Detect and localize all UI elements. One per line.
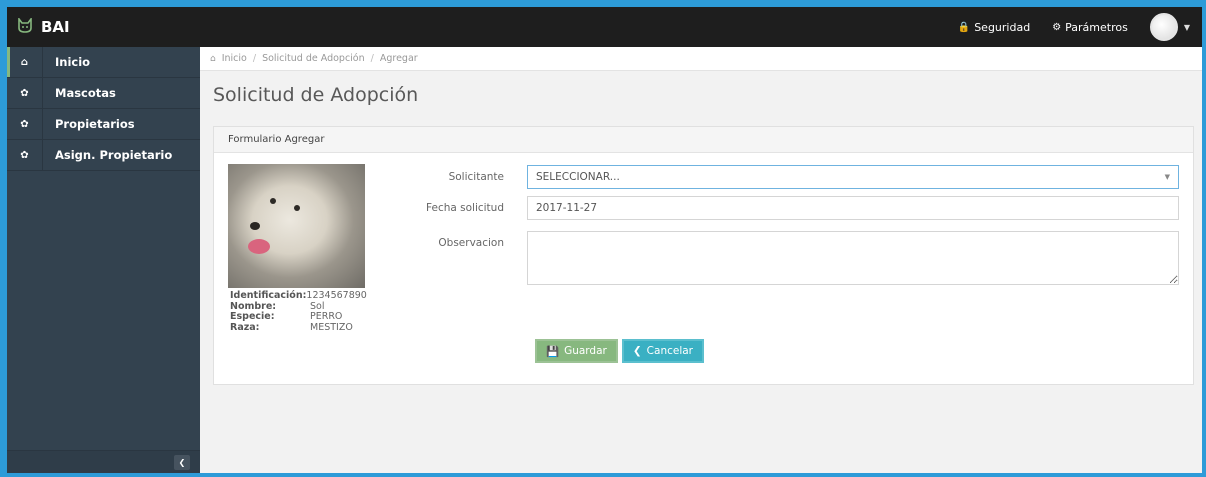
page-title: Solicitud de Adopción: [213, 84, 419, 106]
pet-photo: [228, 164, 365, 288]
fecha-label: Fecha solicitud: [426, 202, 504, 214]
save-button-label: Guardar: [564, 345, 607, 357]
pet-info: Identificación: 1234567890 Nombre: Sol E…: [230, 290, 367, 333]
brand[interactable]: BAI: [17, 7, 70, 47]
pet-breed-value: MESTIZO: [310, 321, 353, 333]
main-content: ⌂ Inicio / Solicitud de Adopción / Agreg…: [200, 47, 1202, 473]
solicitante-label: Solicitante: [448, 171, 504, 183]
sidebar-item-label: Propietarios: [55, 117, 135, 131]
sidebar-item-label: Asign. Propietario: [55, 148, 173, 162]
paw-icon: ✿: [7, 109, 43, 139]
pet-species-label: Especie:: [230, 311, 275, 322]
panel-title: Formulario Agregar: [214, 127, 1193, 153]
cogs-icon: ⚙: [1052, 21, 1062, 33]
fecha-value: 2017-11-27: [536, 202, 598, 214]
paw-icon: ✿: [7, 140, 43, 170]
top-navbar: BAI 🔒 Seguridad ⚙ Parámetros ▼: [7, 7, 1202, 47]
home-icon: ⌂: [210, 53, 216, 64]
pet-breed-label: Raza:: [230, 321, 260, 333]
sidebar-item-asign-propietario[interactable]: ✿ Asign. Propietario: [7, 140, 200, 171]
fecha-row: Fecha solicitud 2017-11-27: [394, 196, 1179, 220]
breadcrumb-item-agregar: Agregar: [379, 53, 418, 64]
security-link[interactable]: 🔒 Seguridad: [958, 21, 1030, 34]
app-window: BAI 🔒 Seguridad ⚙ Parámetros ▼ ⌂ Inicio …: [7, 7, 1202, 473]
solicitante-selected-value: SELECCIONAR...: [536, 171, 620, 183]
observacion-label: Observacion: [438, 237, 504, 249]
navbar-right: 🔒 Seguridad ⚙ Parámetros ▼: [958, 7, 1190, 47]
breadcrumb-separator: /: [370, 53, 374, 64]
solicitante-row: Solicitante SELECCIONAR... ▼: [394, 165, 1179, 189]
lock-icon: 🔒: [957, 21, 971, 33]
pet-id-value: 1234567890: [306, 290, 367, 301]
form-panel: Formulario Agregar Identificación: 12345…: [213, 126, 1194, 385]
sidebar-item-label: Mascotas: [55, 86, 116, 100]
chevron-left-icon[interactable]: ❮: [174, 455, 190, 470]
cancel-button-label: Cancelar: [646, 345, 693, 357]
breadcrumb-separator: /: [252, 53, 257, 64]
save-button[interactable]: 💾 Guardar: [535, 339, 618, 363]
parameters-link-label: Parámetros: [1065, 20, 1128, 34]
avatar: [1149, 13, 1178, 41]
cancel-button[interactable]: ❮ Cancelar: [621, 339, 704, 363]
solicitante-select[interactable]: SELECCIONAR... ▼: [527, 165, 1179, 189]
user-menu[interactable]: ▼: [1149, 13, 1190, 41]
breadcrumb-item-solicitud[interactable]: Solicitud de Adopción: [262, 53, 365, 64]
observacion-row: Observacion: [394, 231, 1179, 285]
paw-icon: ✿: [7, 78, 43, 108]
floppy-disk-icon: 💾: [546, 345, 560, 358]
brand-title: BAI: [41, 18, 70, 36]
pet-species-value: PERRO: [310, 311, 343, 322]
observacion-textarea[interactable]: [527, 231, 1179, 285]
chevron-left-icon: ❮: [632, 345, 642, 357]
sidebar: ⌂ Inicio ✿ Mascotas ✿ Propietarios ✿ Asi…: [7, 47, 200, 473]
sidebar-item-propietarios[interactable]: ✿ Propietarios: [7, 109, 200, 140]
parameters-link[interactable]: ⚙ Parámetros: [1052, 21, 1128, 34]
form-buttons: 💾 Guardar ❮ Cancelar: [535, 339, 704, 363]
pet-id-label: Identificación:: [230, 290, 307, 301]
chevron-down-icon: ▼: [1183, 22, 1190, 32]
sidebar-collapse-bar: ❮: [7, 450, 200, 473]
breadcrumb-item-inicio[interactable]: Inicio: [222, 53, 247, 64]
chevron-down-icon: ▼: [1164, 173, 1170, 181]
breadcrumb: ⌂ Inicio / Solicitud de Adopción / Agreg…: [200, 47, 1202, 71]
sidebar-item-label: Inicio: [55, 55, 91, 69]
sidebar-item-mascotas[interactable]: ✿ Mascotas: [7, 78, 200, 109]
cat-icon: [17, 16, 33, 36]
home-icon: ⌂: [7, 47, 43, 77]
security-link-label: Seguridad: [974, 20, 1031, 34]
fecha-input[interactable]: 2017-11-27: [527, 196, 1179, 220]
sidebar-item-inicio[interactable]: ⌂ Inicio: [7, 47, 200, 78]
